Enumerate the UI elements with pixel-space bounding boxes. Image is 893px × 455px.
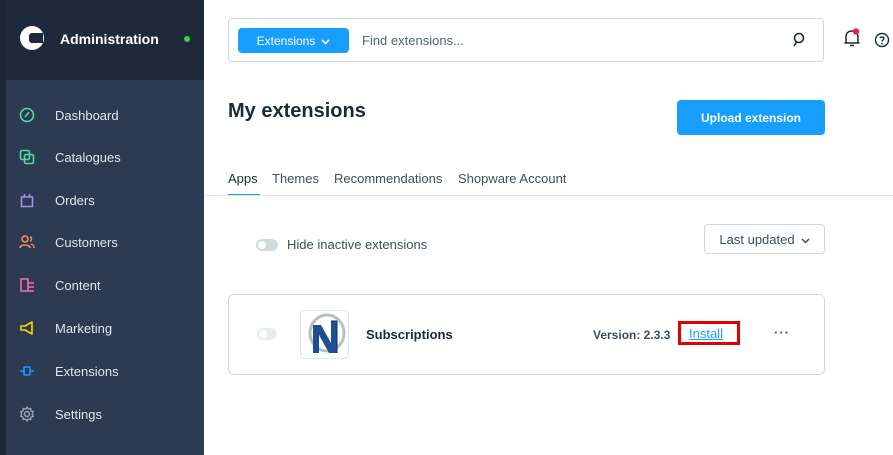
sort-select-value: Last updated	[719, 231, 795, 247]
extensions-icon	[19, 363, 35, 379]
more-actions-button[interactable]: ···	[774, 325, 790, 340]
sidebar-item-label: Content	[55, 277, 101, 293]
sidebar-item-content[interactable]: Content	[6, 267, 204, 303]
sidebar-brand: Administration	[6, 0, 204, 80]
sidebar-item-settings[interactable]: Settings	[6, 396, 204, 432]
help-icon[interactable]	[874, 32, 890, 53]
hide-inactive-toggle[interactable]	[256, 239, 278, 251]
global-search: Extensions	[228, 18, 824, 62]
orders-icon	[19, 192, 35, 208]
tabs-divider	[204, 195, 893, 196]
status-indicator	[184, 36, 190, 42]
extension-logo	[300, 310, 349, 359]
extension-active-toggle[interactable]	[257, 328, 277, 340]
sidebar-item-dashboard[interactable]: Dashboard	[6, 97, 204, 133]
sidebar-item-label: Customers	[55, 234, 118, 250]
shopware-logo-icon[interactable]	[20, 26, 44, 50]
chevron-down-icon	[321, 34, 330, 48]
sidebar-item-orders[interactable]: Orders	[6, 182, 204, 218]
settings-icon	[19, 406, 35, 422]
chevron-down-icon	[801, 232, 810, 247]
extension-version: Version: 2.3.3	[593, 328, 671, 342]
content-icon	[19, 277, 35, 293]
tab-shopware-account[interactable]: Shopware Account	[458, 171, 566, 186]
sidebar-item-label: Orders	[55, 192, 95, 208]
sidebar-item-label: Extensions	[55, 363, 119, 379]
install-highlight-box: Install	[678, 321, 740, 345]
search-icon[interactable]	[791, 31, 807, 54]
page-title: My extensions	[228, 100, 366, 122]
sort-select[interactable]: Last updated	[704, 224, 825, 254]
sidebar-item-extensions[interactable]: Extensions	[6, 353, 204, 389]
notifications-bell-icon[interactable]	[843, 28, 861, 53]
upload-extension-button[interactable]: Upload extension	[677, 100, 825, 135]
hide-inactive-label: Hide inactive extensions	[287, 237, 428, 252]
marketing-icon	[19, 320, 35, 336]
sidebar-item-label: Settings	[55, 406, 102, 422]
dashboard-icon	[19, 107, 35, 123]
sidebar: Administration Dashboard Catalogues Orde…	[0, 0, 204, 455]
customers-icon	[19, 234, 35, 250]
search-type-label: Extensions	[256, 33, 316, 48]
sidebar-item-customers[interactable]: Customers	[6, 224, 204, 260]
tab-apps[interactable]: Apps	[228, 171, 258, 186]
sidebar-item-marketing[interactable]: Marketing	[6, 310, 204, 346]
extension-card: Subscriptions Version: 2.3.3 Install ···	[228, 294, 825, 375]
tab-themes[interactable]: Themes	[272, 171, 319, 186]
search-type-dropdown[interactable]: Extensions	[238, 28, 349, 53]
install-link[interactable]: Install	[689, 326, 723, 341]
catalogues-icon	[19, 149, 35, 165]
tab-recommendations[interactable]: Recommendations	[334, 171, 442, 186]
sidebar-title: Administration	[60, 31, 159, 47]
extension-name: Subscriptions	[366, 327, 453, 342]
sidebar-item-label: Dashboard	[55, 107, 119, 123]
sidebar-item-label: Catalogues	[55, 149, 121, 165]
sidebar-item-catalogues[interactable]: Catalogues	[6, 139, 204, 175]
sidebar-item-label: Marketing	[55, 320, 113, 336]
search-input[interactable]	[362, 30, 762, 50]
